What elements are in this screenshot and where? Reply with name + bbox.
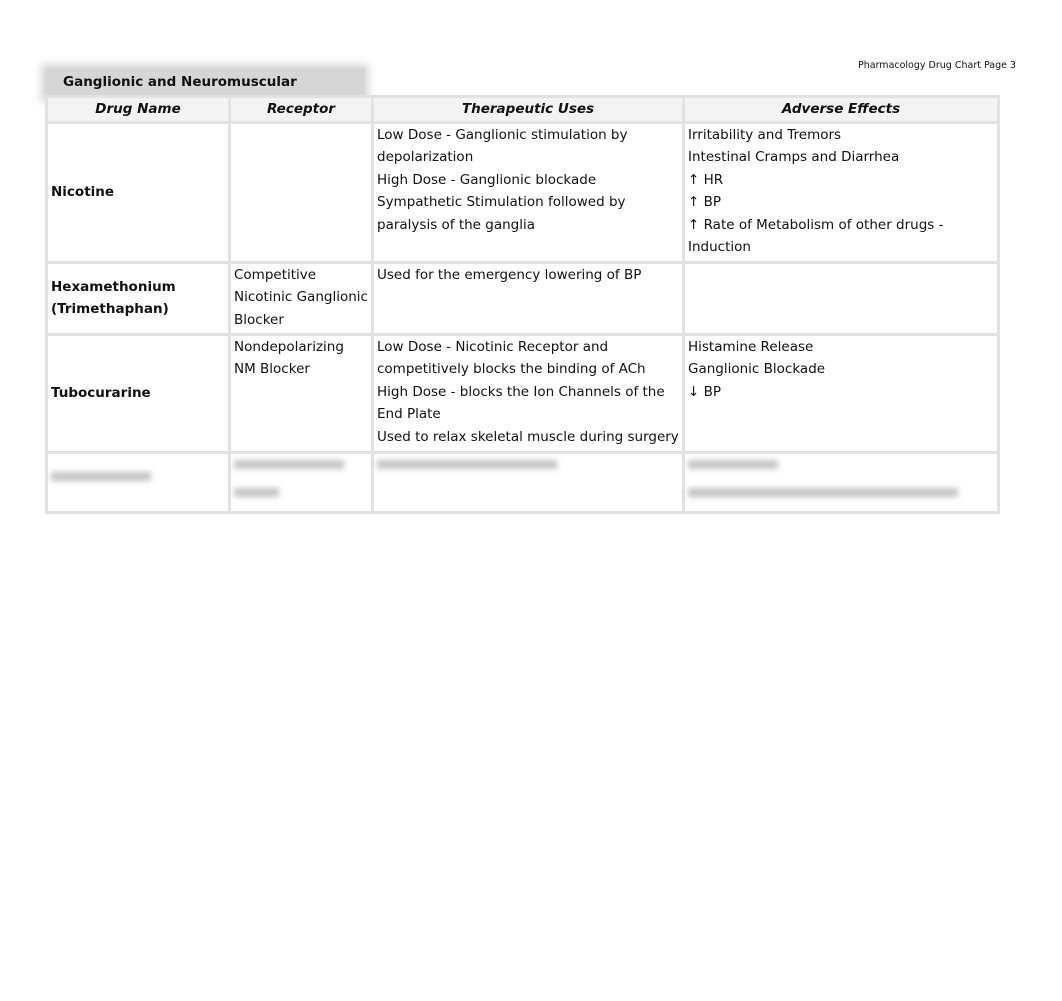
use-item: Low Dose - Nicotinic Receptor and compet… [377, 338, 646, 378]
adverse-item: ↑ HR [688, 171, 724, 188]
blurred-cell [682, 450, 1000, 514]
therapeutic-uses: Low Dose - Nicotinic Receptor and compet… [371, 332, 685, 454]
col-therapeutic-uses: Therapeutic Uses [371, 95, 685, 124]
adverse-effects: Histamine Release Ganglionic Blockade ↓ BP [682, 332, 1000, 454]
adverse-item: Intestinal Cramps and Diarrhea [688, 149, 900, 165]
drug-table: Drug Name Receptor Therapeutic Uses Adve… [45, 95, 1000, 514]
page-header: Pharmacology Drug Chart Page 3 [858, 60, 1017, 71]
therapeutic-uses: Used for the emergency lowering of BP [371, 260, 685, 336]
header-row: Drug Name Receptor Therapeutic Uses Adve… [45, 95, 1000, 124]
receptor [228, 120, 374, 264]
therapeutic-uses: Low Dose - Ganglionic stimulation by dep… [371, 120, 685, 264]
blurred-cell [228, 450, 374, 514]
table-row: Tubocurarine Nondepolarizing NM Blocker … [45, 332, 1000, 454]
receptor: Competitive Nicotinic Ganglionic Blocker [228, 260, 374, 336]
blurred-cell [45, 450, 231, 514]
adverse-effects [682, 260, 1000, 336]
use-item: Low Dose - Ganglionic stimulation by dep… [377, 126, 628, 166]
col-receptor: Receptor [228, 95, 374, 124]
table-row: Nicotine Low Dose - Ganglionic stimulati… [45, 120, 1000, 264]
section-title: Ganglionic and Neuromuscular Blockers [45, 68, 365, 118]
adverse-item: Ganglionic Blockade [688, 361, 826, 377]
drug-name: Hexamethonium (Trimethaphan) [45, 260, 231, 336]
use-item: Sympathetic Stimulation followed by para… [377, 194, 626, 233]
adverse-effects: Irritability and Tremors Intestinal Cramp… [682, 120, 1000, 264]
use-item: High Dose - blocks the Ion Channels of t… [377, 383, 665, 423]
adverse-item: ↑ Rate of Metabolism of other drugs - In… [688, 216, 944, 256]
adverse-item: Irritability and Tremors [688, 126, 842, 143]
blurred-cell [371, 450, 685, 514]
use-item: High Dose - Ganglionic blockade [377, 171, 597, 188]
table-row: Hexamethonium (Trimethaphan) Competitive… [45, 260, 1000, 336]
col-drug-name: Drug Name [45, 95, 231, 124]
use-item: Used to relax skeletal muscle during sur… [377, 428, 679, 445]
blurred-row [45, 450, 1000, 514]
drug-name: Nicotine [45, 120, 231, 264]
adverse-item: Histamine Release [688, 338, 814, 355]
drug-name: Tubocurarine [45, 332, 231, 454]
receptor: Nondepolarizing NM Blocker [228, 332, 374, 454]
col-adverse-effects: Adverse Effects [682, 95, 1000, 124]
adverse-item: ↑ BP [688, 194, 722, 210]
adverse-item: ↓ BP [688, 383, 722, 400]
